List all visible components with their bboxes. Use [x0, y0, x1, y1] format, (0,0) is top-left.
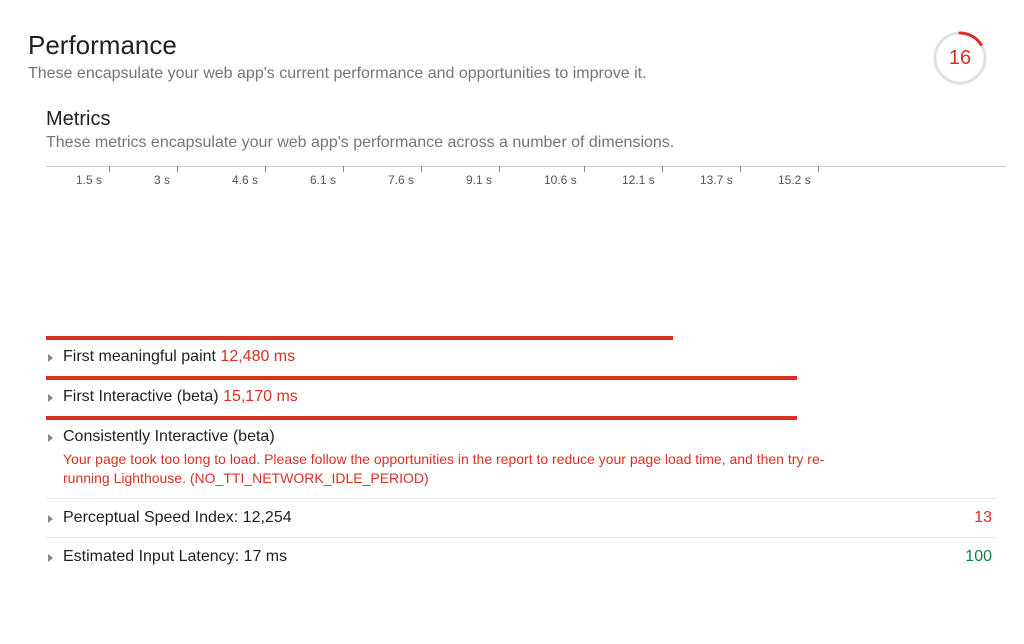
chevron-right-icon	[48, 554, 53, 562]
page-title: Performance	[28, 30, 932, 61]
timeline-tick: 7.6 s	[388, 167, 414, 181]
metric-item[interactable]: Estimated Input Latency: 17 ms100	[46, 537, 996, 576]
metric-value: 15,170 ms	[223, 388, 298, 405]
metric-item[interactable]: Perceptual Speed Index: 12,25413	[46, 498, 996, 537]
metric-label: First Interactive (beta) 15,170 ms	[63, 388, 996, 406]
performance-score-value: 16	[932, 30, 988, 86]
metric-message: Your page took too long to load. Please …	[63, 450, 843, 488]
metric-label: Estimated Input Latency: 17 ms	[63, 548, 965, 566]
performance-score-gauge: 16	[932, 30, 988, 86]
metric-item[interactable]: Consistently Interactive (beta) Your page…	[46, 428, 996, 498]
timeline-tick: 15.2 s	[778, 167, 811, 181]
metrics-title: Metrics	[46, 108, 996, 131]
timeline-tick: 9.1 s	[466, 167, 492, 181]
timeline: 1.5 s 3 s 4.6 s 6.1 s 7.6 s 9.1 s 10.6 s 12.1 s…	[46, 166, 1006, 336]
metric-side-score: 13	[974, 509, 996, 527]
timeline-tick: 10.6 s	[544, 167, 577, 181]
metrics-subtitle: These metrics encapsulate your web app's…	[46, 134, 996, 152]
metric-item[interactable]: First Interactive (beta) 15,170 ms	[46, 388, 996, 416]
metric-item[interactable]: First meaningful paint 12,480 ms	[46, 348, 996, 376]
metric-label: First meaningful paint 12,480 ms	[63, 348, 996, 366]
chevron-right-icon	[48, 354, 53, 362]
timeline-tick: 12.1 s	[622, 167, 655, 181]
metric-label: Perceptual Speed Index: 12,254	[63, 509, 974, 527]
timeline-tick: 13.7 s	[700, 167, 733, 181]
metric-bar	[46, 376, 797, 380]
timeline-tick: 6.1 s	[310, 167, 336, 181]
timeline-tick: 1.5 s	[76, 167, 102, 181]
metric-bar	[46, 416, 797, 420]
chevron-right-icon	[48, 434, 53, 442]
timeline-tick: 3 s	[154, 167, 170, 181]
chevron-right-icon	[48, 515, 53, 523]
metric-value: 12,480 ms	[220, 348, 295, 365]
metric-bar	[46, 336, 673, 340]
page-subtitle: These encapsulate your web app's current…	[28, 65, 932, 83]
metric-side-score: 100	[965, 548, 996, 566]
timeline-tick: 4.6 s	[232, 167, 258, 181]
metric-label: Consistently Interactive (beta)	[63, 428, 996, 446]
chevron-right-icon	[48, 394, 53, 402]
